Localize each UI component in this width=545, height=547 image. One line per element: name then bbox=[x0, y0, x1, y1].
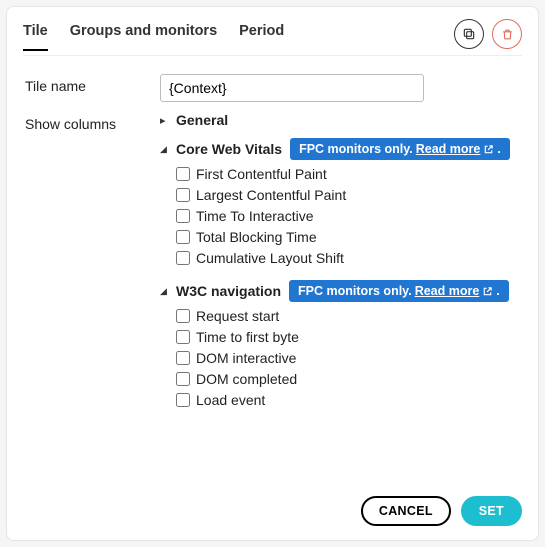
tab-groups[interactable]: Groups and monitors bbox=[70, 23, 217, 51]
section-general-title: General bbox=[176, 112, 228, 128]
check-tti[interactable] bbox=[176, 209, 190, 223]
set-button[interactable]: SET bbox=[461, 496, 522, 526]
cwv-badge-text: FPC monitors only. bbox=[299, 142, 413, 156]
label-show-columns: Show columns bbox=[25, 112, 160, 422]
delete-button[interactable] bbox=[492, 19, 522, 49]
w3c-badge-text: FPC monitors only. bbox=[298, 284, 412, 298]
copy-icon bbox=[462, 27, 476, 41]
tab-bar: Tile Groups and monitors Period bbox=[23, 23, 454, 51]
check-load-event[interactable] bbox=[176, 393, 190, 407]
w3c-read-more-link[interactable]: Read more bbox=[415, 284, 480, 298]
check-fcp[interactable] bbox=[176, 167, 190, 181]
chevron-down-icon: ◢ bbox=[160, 286, 168, 297]
row-tile-name: Tile name bbox=[25, 74, 520, 102]
section-cwv-title: Core Web Vitals bbox=[176, 141, 282, 157]
section-w3c-title: W3C navigation bbox=[176, 283, 281, 299]
check-dom-completed[interactable] bbox=[176, 372, 190, 386]
cancel-button[interactable]: CANCEL bbox=[361, 496, 451, 526]
label-ttfb: Time to first byte bbox=[196, 329, 299, 345]
row-show-columns: Show columns ▸ General ◢ Core Web Vitals… bbox=[25, 112, 520, 422]
external-link-icon bbox=[483, 144, 494, 155]
check-row-load-event: Load event bbox=[176, 392, 520, 408]
section-w3c-header[interactable]: ◢ W3C navigation FPC monitors only. Read… bbox=[160, 280, 520, 302]
trash-icon bbox=[501, 28, 514, 41]
check-row-cls: Cumulative Layout Shift bbox=[176, 250, 520, 266]
settings-panel: Tile Groups and monitors Period Tile nam… bbox=[6, 6, 539, 541]
section-cwv-header[interactable]: ◢ Core Web Vitals FPC monitors only. Rea… bbox=[160, 138, 520, 160]
check-cls[interactable] bbox=[176, 251, 190, 265]
check-request-start[interactable] bbox=[176, 309, 190, 323]
check-row-request-start: Request start bbox=[176, 308, 520, 324]
check-row-tbt: Total Blocking Time bbox=[176, 229, 520, 245]
check-ttfb[interactable] bbox=[176, 330, 190, 344]
label-load-event: Load event bbox=[196, 392, 265, 408]
check-row-fcp: First Contentful Paint bbox=[176, 166, 520, 182]
label-fcp: First Contentful Paint bbox=[196, 166, 327, 182]
check-dom-interactive[interactable] bbox=[176, 351, 190, 365]
badge-dot: . bbox=[496, 284, 499, 298]
check-row-tti: Time To Interactive bbox=[176, 208, 520, 224]
duplicate-button[interactable] bbox=[454, 19, 484, 49]
check-row-dom-completed: DOM completed bbox=[176, 371, 520, 387]
check-row-ttfb: Time to first byte bbox=[176, 329, 520, 345]
tab-period[interactable]: Period bbox=[239, 23, 284, 51]
footer: CANCEL SET bbox=[7, 484, 538, 540]
label-tti: Time To Interactive bbox=[196, 208, 314, 224]
chevron-right-icon: ▸ bbox=[160, 114, 168, 127]
external-link-icon bbox=[482, 286, 493, 297]
cwv-read-more-link[interactable]: Read more bbox=[416, 142, 481, 156]
tab-tile[interactable]: Tile bbox=[23, 23, 48, 51]
cwv-checklist: First Contentful Paint Largest Contentfu… bbox=[176, 166, 520, 266]
check-lcp[interactable] bbox=[176, 188, 190, 202]
check-tbt[interactable] bbox=[176, 230, 190, 244]
tile-name-input[interactable] bbox=[160, 74, 424, 102]
form-area: Tile name Show columns ▸ General ◢ Core … bbox=[7, 70, 538, 484]
chevron-down-icon: ◢ bbox=[160, 144, 168, 155]
check-row-dom-interactive: DOM interactive bbox=[176, 350, 520, 366]
check-row-lcp: Largest Contentful Paint bbox=[176, 187, 520, 203]
label-dom-interactive: DOM interactive bbox=[196, 350, 296, 366]
label-dom-completed: DOM completed bbox=[196, 371, 297, 387]
label-lcp: Largest Contentful Paint bbox=[196, 187, 346, 203]
label-cls: Cumulative Layout Shift bbox=[196, 250, 344, 266]
badge-dot: . bbox=[497, 142, 500, 156]
w3c-checklist: Request start Time to first byte DOM int… bbox=[176, 308, 520, 408]
section-general-header[interactable]: ▸ General bbox=[160, 112, 520, 128]
header-row: Tile Groups and monitors Period bbox=[7, 7, 538, 55]
header-actions bbox=[454, 19, 522, 55]
cwv-badge: FPC monitors only. Read more . bbox=[290, 138, 510, 160]
w3c-badge: FPC monitors only. Read more . bbox=[289, 280, 509, 302]
label-tbt: Total Blocking Time bbox=[196, 229, 317, 245]
header-divider bbox=[23, 55, 522, 56]
label-tile-name: Tile name bbox=[25, 74, 160, 102]
label-request-start: Request start bbox=[196, 308, 279, 324]
